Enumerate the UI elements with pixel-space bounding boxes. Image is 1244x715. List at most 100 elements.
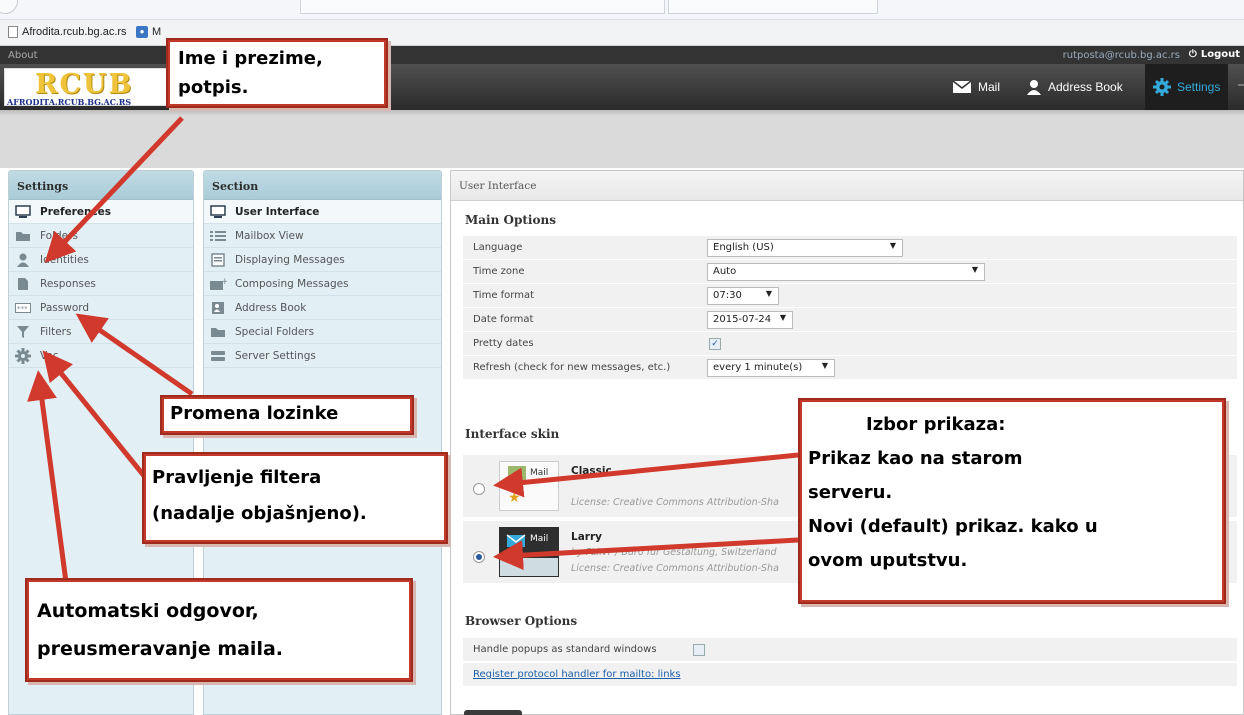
- annotation-text: potpis.: [178, 77, 249, 98]
- annotation-skin-choice: Izbor prikaza: Prikaz kao na starom serv…: [798, 398, 1226, 604]
- browser-options-title: Browser Options: [465, 614, 578, 628]
- pretty-dates-checkbox[interactable]: ✓: [709, 337, 721, 350]
- option-time-format: Time format 07:30 ▼: [463, 284, 1237, 308]
- option-language: Language English (US) ▼: [463, 236, 1237, 260]
- option-pretty-dates: Pretty dates ✓: [463, 332, 1237, 356]
- option-date-format: Date format 2015-07-24 ▼: [463, 308, 1237, 332]
- section-item-address-book[interactable]: Address Book: [204, 296, 441, 320]
- server-icon: [209, 348, 227, 364]
- annotation-text: Novi (default) prikaz. kako u: [808, 516, 1098, 537]
- interface-skin-title: Interface skin: [465, 427, 560, 441]
- password-icon: ***: [14, 300, 32, 316]
- browser-toolbar: [0, 0, 1244, 20]
- annotation-text: Izbor prikaza:: [866, 414, 1006, 435]
- skin-classic-thumbnail: Mail ★: [499, 461, 559, 511]
- chevron-down-icon: ▼: [889, 240, 896, 250]
- header-edge: [1238, 84, 1244, 86]
- skin-larry-radio[interactable]: [473, 551, 485, 563]
- settings-item-identities[interactable]: Identities: [9, 248, 193, 272]
- username: rutposta@rcub.bg.ac.rs: [1062, 50, 1180, 61]
- section-item-server-settings[interactable]: Server Settings: [204, 344, 441, 368]
- date-format-select[interactable]: 2015-07-24 ▼: [707, 310, 793, 329]
- section-item-user-interface[interactable]: User Interface: [204, 200, 441, 224]
- settings-item-filters[interactable]: Filters: [9, 320, 193, 344]
- document-icon: [14, 276, 32, 292]
- settings-item-folders[interactable]: Folders: [9, 224, 193, 248]
- annotation-text: Prikaz kao na starom: [808, 448, 1023, 469]
- star-icon: ★: [508, 490, 521, 506]
- compose-icon: +: [209, 276, 227, 292]
- time-format-select[interactable]: 07:30 ▼: [707, 286, 779, 305]
- annotation-text: preusmeravanje maila.: [37, 638, 283, 660]
- nav-settings[interactable]: Settings: [1145, 64, 1229, 110]
- browser-back-button[interactable]: [0, 0, 18, 14]
- annotation-auto-reply: Automatski odgovor, preusmeravanje maila…: [25, 578, 413, 682]
- browser-tab[interactable]: [300, 0, 665, 14]
- chevron-down-icon: ▼: [765, 288, 772, 298]
- envelope-icon: [952, 80, 972, 93]
- language-select[interactable]: English (US) ▼: [707, 238, 903, 257]
- page-icon: [8, 26, 18, 38]
- section-panel-title: Section: [204, 171, 441, 200]
- svg-text:+: +: [221, 277, 227, 287]
- gear-icon: [1153, 78, 1171, 96]
- option-handle-popups: Handle popups as standard windows: [463, 638, 1237, 662]
- option-register-handler: Register protocol handler for mailto: li…: [463, 663, 1237, 687]
- folder-icon: [209, 324, 227, 340]
- folder-icon: [14, 228, 32, 244]
- message-icon: [209, 252, 227, 268]
- person-icon: [1027, 80, 1041, 95]
- option-time-zone: Time zone Auto ▼: [463, 260, 1237, 284]
- monitor-icon: [14, 204, 32, 220]
- power-icon: ⏻: [1188, 49, 1197, 60]
- settings-panel-title: Settings: [9, 171, 193, 200]
- chevron-down-icon: ▼: [779, 312, 786, 322]
- main-options-table: Language English (US) ▼ Time zone Auto ▼ T…: [463, 236, 1237, 380]
- about-link[interactable]: About: [8, 50, 38, 61]
- handle-popups-checkbox[interactable]: [693, 643, 705, 656]
- skin-larry-thumbnail: Mail: [499, 527, 559, 577]
- list-icon: [209, 228, 227, 244]
- logo[interactable]: RCUB AFRODITA.RCUB.BG.AC.RS: [4, 68, 174, 107]
- annotation-text: Pravljenje filtera: [152, 467, 322, 488]
- nav-mail[interactable]: Mail: [944, 64, 1008, 110]
- annotation-text: Promena lozinke: [170, 403, 339, 424]
- skin-classic-radio[interactable]: [473, 483, 485, 495]
- addressbook-icon: [209, 300, 227, 316]
- timezone-select[interactable]: Auto ▼: [707, 262, 985, 281]
- refresh-select[interactable]: every 1 minute(s) ▼: [707, 358, 835, 377]
- browser-tab[interactable]: [668, 0, 878, 14]
- person-icon: [14, 252, 32, 268]
- annotation-filters: Pravljenje filtera (nadalje objašnjeno).: [142, 452, 448, 544]
- settings-item-preferences[interactable]: Preferences: [9, 200, 193, 224]
- settings-item-vacation[interactable]: Vac: [9, 344, 193, 368]
- svg-text:***: ***: [17, 305, 28, 313]
- content-title: User Interface: [451, 171, 1243, 201]
- toolbar-band: [0, 110, 1244, 168]
- settings-item-password[interactable]: *** Password: [9, 296, 193, 320]
- register-protocol-link[interactable]: Register protocol handler for mailto: li…: [473, 669, 681, 680]
- annotation-text: serveru.: [808, 482, 893, 503]
- section-item-displaying-messages[interactable]: Displaying Messages: [204, 248, 441, 272]
- bookmark-afrodita[interactable]: Afrodita.rcub.bg.ac.rs: [8, 26, 127, 38]
- annotation-text: Automatski odgovor,: [37, 600, 259, 622]
- section-item-composing-messages[interactable]: + Composing Messages: [204, 272, 441, 296]
- chevron-down-icon: ▼: [971, 264, 978, 274]
- annotation-name-signature: Ime i prezime, potpis.: [166, 38, 388, 108]
- funnel-icon: [14, 324, 32, 340]
- monitor-icon: [209, 204, 227, 220]
- logout-button[interactable]: ⏻ Logout: [1189, 49, 1240, 60]
- nav-address-book[interactable]: Address Book: [1018, 64, 1131, 110]
- gear-icon: [14, 347, 32, 364]
- chevron-down-icon: ▼: [821, 360, 828, 370]
- section-item-mailbox-view[interactable]: Mailbox View: [204, 224, 441, 248]
- section-item-special-folders[interactable]: Special Folders: [204, 320, 441, 344]
- annotation-text: ovom uputstvu.: [808, 550, 968, 571]
- mail-icon: [508, 466, 526, 480]
- bookmark-m[interactable]: ● M: [136, 26, 161, 38]
- save-button[interactable]: [464, 710, 522, 715]
- envelope-icon: [506, 534, 526, 547]
- annotation-text: (nadalje objašnjeno).: [152, 503, 367, 524]
- settings-item-responses[interactable]: Responses: [9, 272, 193, 296]
- option-refresh: Refresh (check for new messages, etc.) e…: [463, 356, 1237, 380]
